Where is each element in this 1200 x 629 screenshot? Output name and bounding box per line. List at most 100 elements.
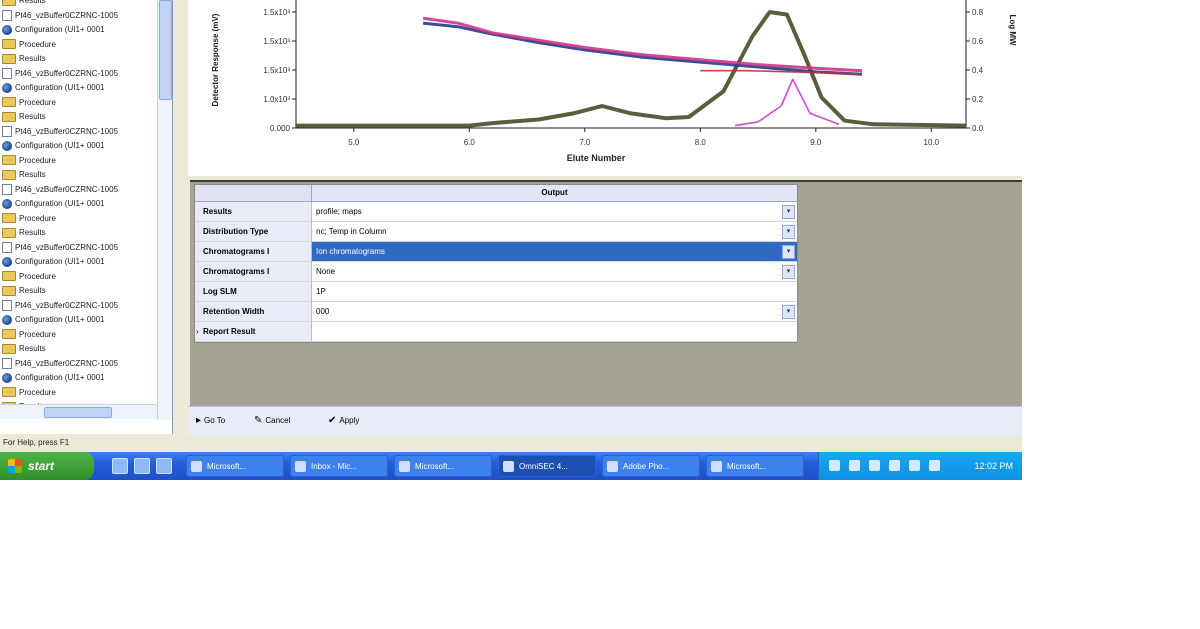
tree-item[interactable]: Procedure <box>2 328 56 342</box>
tree-item[interactable]: Procedure <box>2 270 56 284</box>
tree-item[interactable]: Configuration (UI1+ 0001 <box>2 81 105 95</box>
tree-item[interactable]: Results <box>2 342 46 356</box>
property-value[interactable] <box>312 322 797 341</box>
tree-item[interactable]: Configuration (UI1+ 0001 <box>2 23 105 37</box>
tree-item-label: Procedure <box>19 387 56 397</box>
tree-item[interactable]: Configuration (UI1+ 0001 <box>2 197 105 211</box>
property-value[interactable]: profile; maps <box>312 202 797 221</box>
tree-item-label: Procedure <box>19 155 56 165</box>
chromatogram-chart: 5.0 6.0 7.0 8.0 9.0 10.0 Elute Number 0.000 1.0x… <box>188 0 1022 176</box>
tree-item[interactable]: Pt46_vzBuffer0CZRNC-1005 <box>2 357 118 371</box>
tree-item[interactable]: Procedure <box>2 154 56 168</box>
property-row[interactable]: Distribution Type nc; Temp in Column ▾ <box>195 222 797 242</box>
property-row[interactable]: Results profile; maps ▾ <box>195 202 797 222</box>
dropdown-arrow-icon[interactable]: ▾ <box>782 225 795 239</box>
property-name: Chromatograms I <box>195 242 312 261</box>
taskbar-button[interactable]: Microsoft... <box>706 455 804 477</box>
folder-icon <box>2 53 16 64</box>
folder-icon <box>2 213 16 224</box>
expand-icon[interactable]: › <box>196 322 199 341</box>
scrollbar-thumb[interactable] <box>44 407 112 418</box>
tray-update-icon[interactable] <box>909 460 920 471</box>
x-tick-label: 10.0 <box>924 138 940 147</box>
tray-security-icon[interactable] <box>869 460 880 471</box>
document-icon <box>2 299 12 311</box>
tree-item[interactable]: Results <box>2 0 46 8</box>
dropdown-arrow-icon[interactable]: ▾ <box>782 245 795 259</box>
tree-item[interactable]: Procedure <box>2 96 56 110</box>
quicklaunch-outlook-icon[interactable] <box>156 458 172 474</box>
tray-messenger-icon[interactable] <box>929 460 940 471</box>
tree-item[interactable]: Procedure <box>2 212 56 226</box>
taskbar-button[interactable]: Adobe Pho... <box>602 455 700 477</box>
tree-horizontal-scrollbar[interactable] <box>0 404 157 419</box>
taskbar-button[interactable]: OmniSEC 4... <box>498 455 596 477</box>
tray-network-icon[interactable] <box>829 460 840 471</box>
y-tick-label: 0.000 <box>270 124 291 133</box>
y2-tick-label: 0.4 <box>972 66 984 75</box>
y-tick-label: 1.0x10³ <box>263 95 290 104</box>
tree-item[interactable]: Configuration (UI1+ 0001 <box>2 139 105 153</box>
tree-item[interactable]: Results <box>2 226 46 240</box>
tree-item-label: Results <box>19 0 46 5</box>
cancel-button[interactable]: ✎ Cancel <box>254 413 290 429</box>
tray-volume-icon[interactable] <box>849 460 860 471</box>
dropdown-arrow-icon[interactable]: ▾ <box>782 205 795 219</box>
property-value[interactable]: 000 <box>312 302 797 321</box>
dropdown-arrow-icon[interactable]: ▾ <box>782 265 795 279</box>
start-button[interactable]: start <box>0 452 94 480</box>
tree-item[interactable]: Procedure <box>2 38 56 52</box>
tree-item[interactable]: Pt46_vzBuffer0CZRNC-1005 <box>2 125 118 139</box>
property-row[interactable]: Report Result › <box>195 322 797 342</box>
document-icon <box>2 241 12 253</box>
property-value[interactable]: 1P <box>312 282 797 301</box>
taskbar-button-label: Microsoft... <box>727 462 767 471</box>
tree-item[interactable]: Configuration (UI1+ 0001 <box>2 371 105 385</box>
y-axis-label: Detector Response (mV) <box>211 13 220 106</box>
property-value[interactable]: None <box>312 262 797 281</box>
taskbar-button[interactable]: Microsoft... <box>394 455 492 477</box>
property-row[interactable]: Chromatograms I Ion chromatograms ▾ <box>195 242 797 262</box>
tree-item[interactable]: Results <box>2 284 46 298</box>
tree-item[interactable]: Procedure <box>2 386 56 400</box>
configuration-icon <box>2 82 12 93</box>
tree-item[interactable]: Results <box>2 52 46 66</box>
tree-item-label: Configuration (UI1+ 0001 <box>15 373 105 382</box>
property-row[interactable]: Log SLM 1P <box>195 282 797 302</box>
apply-button[interactable]: ✔ Apply <box>328 413 359 429</box>
quicklaunch-desktop-icon[interactable] <box>112 458 128 474</box>
document-icon <box>2 67 12 79</box>
tree-item[interactable]: Pt46_vzBuffer0CZRNC-1005 <box>2 9 118 23</box>
tree-item[interactable]: Pt46_vzBuffer0CZRNC-1005 <box>2 241 118 255</box>
property-row[interactable]: Retention Width 000 ▾ <box>195 302 797 322</box>
tree-item[interactable]: Configuration (UI1+ 0001 <box>2 313 105 327</box>
scrollbar-thumb[interactable] <box>159 0 172 100</box>
tree-vertical-scrollbar[interactable] <box>157 0 172 420</box>
property-value[interactable]: nc; Temp in Column <box>312 222 797 241</box>
tree-item[interactable]: Results <box>2 110 46 124</box>
tree-item[interactable]: Results <box>2 168 46 182</box>
tree-item[interactable]: Pt46_vzBuffer0CZRNC-1005 <box>2 183 118 197</box>
taskbar-button[interactable]: Inbox - Mic... <box>290 455 388 477</box>
go-to-button[interactable]: ▸ Go To <box>196 413 225 429</box>
x-tick-label: 7.0 <box>579 138 591 147</box>
tree-item[interactable]: Pt46_vzBuffer0CZRNC-1005 <box>2 67 118 81</box>
application-icon <box>399 461 410 472</box>
property-name: Retention Width <box>195 302 312 321</box>
windows-logo-icon <box>8 459 22 473</box>
tray-printer-icon[interactable] <box>889 460 900 471</box>
grid-header: Output <box>195 185 797 202</box>
application-icon <box>295 461 306 472</box>
property-row[interactable]: Chromatograms I None ▾ <box>195 262 797 282</box>
dropdown-arrow-icon[interactable]: ▾ <box>782 305 795 319</box>
taskbar-button[interactable]: Microsoft... <box>186 455 284 477</box>
property-value[interactable]: Ion chromatograms <box>312 242 797 261</box>
tree-item-label: Results <box>19 228 46 237</box>
tree-item[interactable]: Pt46_vzBuffer0CZRNC-1005 <box>2 299 118 313</box>
quicklaunch-ie-icon[interactable] <box>134 458 150 474</box>
tree-item[interactable]: Configuration (UI1+ 0001 <box>2 255 105 269</box>
tree-item-label: Procedure <box>19 271 56 281</box>
x-tick-label: 5.0 <box>348 138 360 147</box>
run-icon: ▸ <box>196 415 202 426</box>
project-tree[interactable]: Results Pt46_vzBuffer0CZRNC-1005 Configura… <box>0 0 173 434</box>
